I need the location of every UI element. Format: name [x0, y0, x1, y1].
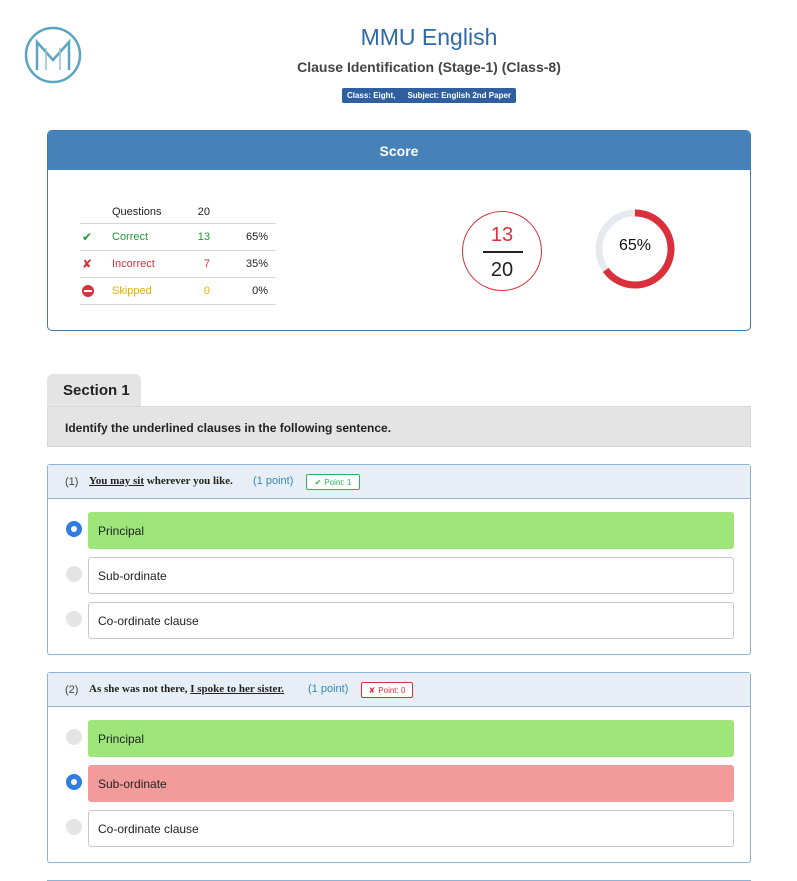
option-row[interactable]: Co-ordinate clause — [48, 810, 750, 847]
option-row[interactable]: Principal — [48, 512, 750, 549]
radio-unselected[interactable] — [66, 566, 82, 582]
correct-count: 13 — [197, 231, 210, 243]
question-underlined: I spoke to her sister. — [190, 683, 285, 695]
questions-count: 20 — [197, 205, 210, 218]
skipped-row: Skipped 0 0% — [80, 278, 276, 305]
class-subject-badge: Class: Eight, Subject: English 2nd Paper — [342, 88, 516, 103]
question-underlined: You may sit — [89, 475, 145, 487]
questions-label: Questions — [112, 205, 162, 218]
point-badge-label: Point: 1 — [324, 477, 352, 487]
option-row[interactable]: Sub-ordinate — [48, 765, 750, 802]
question-point: (1 point) — [308, 683, 349, 695]
question-number: (1) — [65, 476, 79, 488]
donut-percent-label: 65% — [618, 237, 652, 254]
option-row[interactable]: Sub-ordinate — [48, 557, 750, 594]
question-text: You may sit wherever you like. — [89, 475, 233, 487]
quiz-subtitle: Clause Identification (Stage-1) (Class-8… — [297, 59, 561, 75]
score-stats-table: Questions 20 ✔ Correct 13 65% ✘ Incorrec… — [80, 200, 276, 305]
check-icon: ✔ — [314, 477, 322, 487]
radio-selected[interactable] — [66, 774, 82, 790]
subject-label: Subject: English 2nd Paper — [407, 91, 512, 100]
question-text-before: As she was not there, — [89, 683, 191, 695]
question-point: (1 point) — [253, 475, 294, 487]
questions-row: Questions 20 — [80, 200, 276, 224]
score-fraction: 13 20 — [462, 211, 542, 291]
radio-unselected[interactable] — [66, 611, 82, 627]
question-card-1: (1) You may sit wherever you like. (1 po… — [47, 464, 751, 655]
score-card: Score Questions 20 ✔ Correct 13 65% ✘ In… — [47, 130, 751, 331]
correct-pct: 65% — [245, 231, 268, 243]
cross-icon: ✘ — [82, 257, 93, 271]
incorrect-label: Incorrect — [112, 258, 155, 270]
option-principal[interactable]: Principal — [88, 720, 734, 757]
skipped-count: 0 — [203, 285, 210, 297]
radio-selected[interactable] — [66, 521, 82, 537]
option-sub-ordinate[interactable]: Sub-ordinate — [88, 765, 734, 802]
option-co-ordinate[interactable]: Co-ordinate clause — [88, 810, 734, 847]
incorrect-count: 7 — [203, 258, 210, 270]
point-badge: ✘ Point: 0 — [361, 682, 413, 698]
correct-row: ✔ Correct 13 65% — [80, 224, 276, 251]
score-numerator: 13 — [490, 224, 514, 246]
incorrect-row: ✘ Incorrect 7 35% — [80, 251, 276, 278]
option-sub-ordinate[interactable]: Sub-ordinate — [88, 557, 734, 594]
option-principal[interactable]: Principal — [88, 512, 734, 549]
cross-icon: ✘ — [368, 685, 376, 695]
option-row[interactable]: Co-ordinate clause — [48, 602, 750, 639]
point-badge-label: Point: 0 — [378, 685, 406, 695]
option-co-ordinate[interactable]: Co-ordinate clause — [88, 602, 734, 639]
question-text: As she was not there, I spoke to her sis… — [89, 683, 284, 695]
incorrect-pct: 35% — [245, 258, 268, 270]
check-icon: ✔ — [82, 230, 93, 244]
fraction-line — [483, 251, 523, 253]
question-header-1: (1) You may sit wherever you like. (1 po… — [48, 465, 750, 499]
radio-unselected[interactable] — [66, 819, 82, 835]
score-donut: 65% — [594, 208, 676, 290]
page-title: MMU English — [360, 24, 498, 50]
skipped-label: Skipped — [112, 285, 152, 297]
section-tab[interactable]: Section 1 — [47, 374, 141, 407]
skipped-pct: 0% — [252, 285, 268, 297]
section-instruction: Identify the underlined clauses in the f… — [47, 406, 751, 447]
radio-unselected[interactable] — [66, 729, 82, 745]
question-card-2: (2) As she was not there, I spoke to her… — [47, 672, 751, 863]
correct-label: Correct — [112, 231, 149, 243]
score-denominator: 20 — [490, 259, 514, 281]
option-row[interactable]: Principal — [48, 720, 750, 757]
question-number: (2) — [65, 684, 79, 696]
class-label: Class: Eight, — [346, 91, 396, 100]
score-header: Score — [48, 131, 750, 170]
question-header-2: (2) As she was not there, I spoke to her… — [48, 673, 750, 707]
question-text-rest: wherever you like. — [144, 475, 233, 487]
point-badge: ✔ Point: 1 — [306, 474, 360, 490]
